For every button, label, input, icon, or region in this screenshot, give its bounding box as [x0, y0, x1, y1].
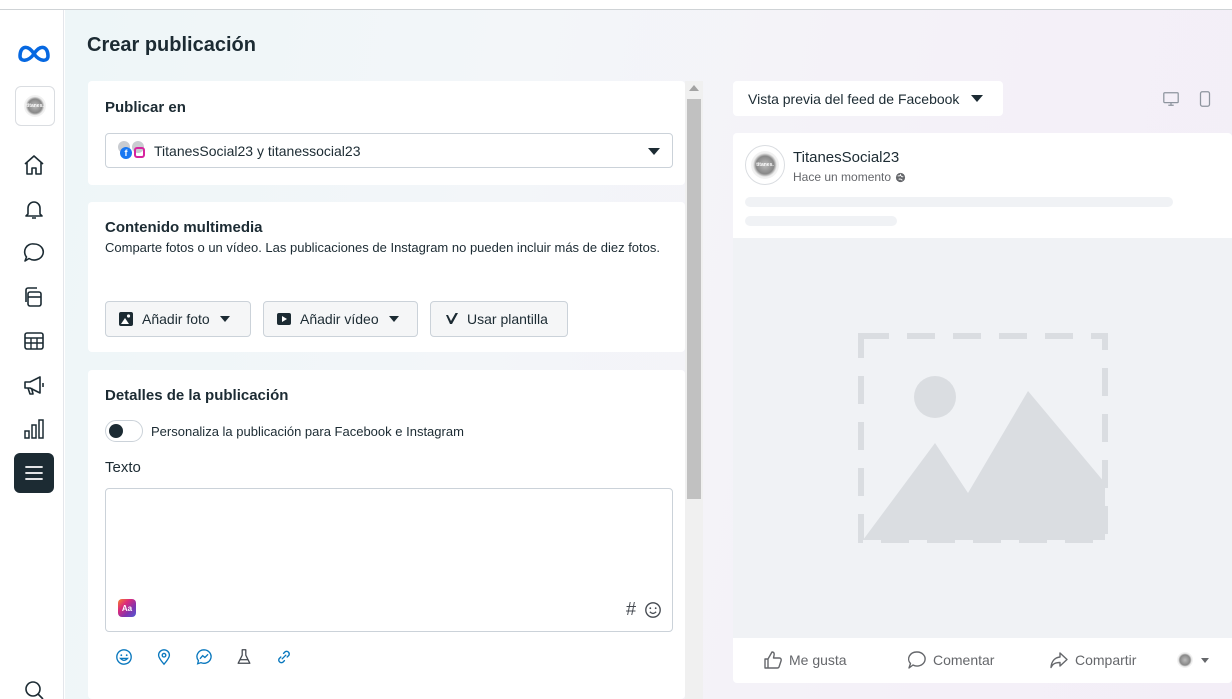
insights-chart-icon[interactable]: [14, 409, 54, 449]
account-avatar[interactable]: titanes.: [15, 86, 55, 126]
main-area: Crear publicación Publicar en f TitanesS…: [65, 10, 1232, 699]
hashtag-button[interactable]: #: [626, 599, 636, 620]
avatar: titanes.: [24, 95, 46, 117]
chat-icon[interactable]: [14, 233, 54, 273]
search-icon[interactable]: [14, 670, 54, 699]
location-pin-icon[interactable]: [155, 648, 173, 666]
page-title: Crear publicación: [87, 34, 256, 56]
compose-scrollbar[interactable]: [685, 81, 703, 699]
media-title: Contenido multimedia: [105, 219, 263, 236]
text-placeholder-line: [745, 197, 1173, 207]
avatar: titanes.: [751, 151, 779, 179]
like-label: Me gusta: [789, 652, 847, 668]
text-label: Texto: [105, 459, 141, 476]
thumbs-up-icon: [764, 651, 782, 669]
chevron-down-icon: [1201, 657, 1209, 663]
post-text-input[interactable]: Aa #: [105, 488, 673, 632]
media-placeholder: [733, 238, 1232, 638]
preview-actions: Me gusta Comentar Compartir: [733, 638, 1232, 683]
share-action: Compartir: [1049, 650, 1136, 670]
accounts-select[interactable]: f TitanesSocial23 y titanessocial23: [105, 133, 673, 168]
add-video-button[interactable]: Añadir vídeo: [263, 301, 418, 337]
menu-icon[interactable]: [14, 453, 54, 493]
post-tools: [115, 648, 293, 666]
emoji-icon[interactable]: [644, 601, 662, 619]
chevron-down-icon: [648, 148, 660, 155]
feeling-emoji-icon[interactable]: [115, 648, 133, 666]
scroll-up-arrow-icon[interactable]: [689, 85, 699, 91]
instagram-icon: [134, 146, 145, 158]
photo-icon: [119, 312, 133, 326]
megaphone-icon[interactable]: [14, 365, 54, 405]
desktop-icon[interactable]: [1162, 90, 1180, 108]
feed-preview-card: titanes. TitanesSocial23 Hace un momento…: [733, 133, 1232, 683]
sidebar: titanes.: [0, 10, 64, 699]
table-icon[interactable]: [14, 321, 54, 361]
meta-logo-icon[interactable]: [14, 32, 54, 72]
chevron-down-icon: [388, 316, 399, 322]
customize-toggle-label: Personaliza la publicación para Facebook…: [151, 424, 464, 439]
bell-icon[interactable]: [14, 189, 54, 229]
preview-type-label: Vista previa del feed de Facebook: [748, 90, 960, 107]
preview-page-name: TitanesSocial23: [793, 149, 900, 166]
preview-time-text: Hace un momento: [793, 170, 892, 184]
publish-in-title: Publicar en: [105, 99, 186, 116]
ai-text-icon[interactable]: Aa: [118, 599, 136, 617]
globe-icon: [895, 172, 906, 182]
publish-in-card: Publicar en f TitanesSocial23 y titaness…: [88, 81, 685, 185]
add-photo-button[interactable]: Añadir foto: [105, 301, 251, 337]
mobile-icon[interactable]: [1196, 90, 1214, 108]
facebook-icon: f: [120, 146, 132, 159]
preview-timestamp: Hace un momento: [793, 170, 906, 184]
device-toggle: [1152, 81, 1232, 116]
video-icon: [277, 313, 291, 325]
share-label: Compartir: [1075, 652, 1137, 668]
add-video-label: Añadir vídeo: [300, 311, 379, 327]
flask-icon[interactable]: [235, 648, 253, 666]
account-icons: f: [116, 139, 146, 163]
home-icon[interactable]: [14, 145, 54, 185]
media-description: Comparte fotos o un vídeo. Las publicaci…: [105, 240, 660, 255]
text-placeholder-line: [745, 216, 897, 226]
compose-column: Publicar en f TitanesSocial23 y titaness…: [88, 81, 685, 699]
image-placeholder-icon: [858, 333, 1108, 543]
toggle-knob: [109, 424, 123, 438]
preview-avatar: titanes.: [745, 145, 785, 185]
window-top-bar: [0, 0, 1232, 10]
vimeo-icon: [444, 313, 458, 324]
pages-icon[interactable]: [14, 277, 54, 317]
use-template-label: Usar plantilla: [467, 311, 548, 327]
comment-action: Comentar: [907, 650, 994, 670]
comment-icon: [907, 651, 926, 669]
customize-toggle[interactable]: [105, 420, 143, 442]
chevron-down-icon: [219, 316, 230, 322]
audience-selector: [1177, 652, 1209, 668]
chevron-down-icon: [971, 95, 984, 102]
share-arrow-icon: [1050, 652, 1068, 669]
link-icon[interactable]: [275, 648, 293, 666]
avatar: [1177, 652, 1193, 668]
scroll-thumb[interactable]: [687, 99, 701, 499]
details-title: Detalles de la publicación: [105, 387, 289, 404]
details-card: Detalles de la publicación Personaliza l…: [88, 370, 685, 699]
like-action: Me gusta: [763, 650, 847, 670]
add-photo-label: Añadir foto: [142, 311, 210, 327]
accounts-select-label: TitanesSocial23 y titanessocial23: [154, 142, 361, 159]
preview-type-dropdown[interactable]: Vista previa del feed de Facebook: [733, 81, 1003, 116]
media-card: Contenido multimedia Comparte fotos o un…: [88, 202, 685, 352]
use-template-button[interactable]: Usar plantilla: [430, 301, 568, 337]
comment-label: Comentar: [933, 652, 995, 668]
messenger-icon[interactable]: [195, 648, 213, 666]
